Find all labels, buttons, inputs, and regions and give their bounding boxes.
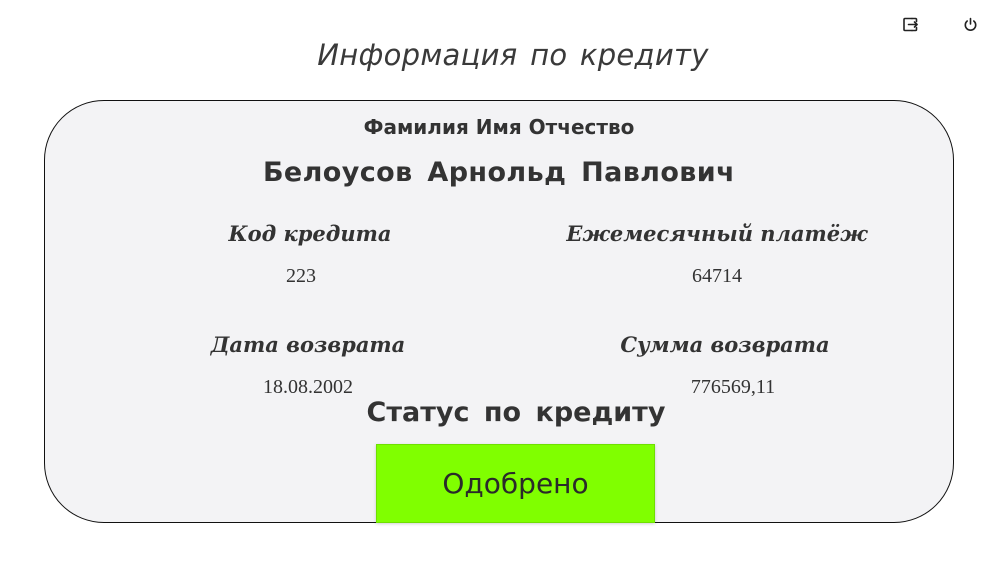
fio-value: Белоусов Арнольд Павлович	[262, 157, 736, 188]
status-label: Статус по кредиту	[366, 397, 666, 428]
credit-code-value: 223	[286, 265, 316, 287]
credit-code-label: Код кредита	[228, 221, 392, 246]
return-date-value: 18.08.2002	[263, 376, 353, 398]
monthly-payment-label: Ежемесячный платёж	[566, 221, 868, 246]
monthly-payment-value: 64714	[692, 265, 742, 287]
credit-info-page: Информация по кредиту Фамилия Имя Отчест…	[0, 0, 1000, 563]
page-title: Информация по кредиту	[317, 38, 709, 72]
return-sum-label: Сумма возврата	[620, 332, 830, 357]
credit-info-card: Фамилия Имя Отчество Белоусов Арнольд Па…	[44, 100, 954, 523]
logout-icon[interactable]	[900, 14, 920, 34]
status-approved-button[interactable]: Одобрено	[376, 444, 655, 523]
fio-label: Фамилия Имя Отчество	[363, 115, 635, 139]
return-date-label: Дата возврата	[210, 332, 406, 357]
power-icon[interactable]	[960, 14, 980, 34]
return-sum-value: 776569,11	[690, 376, 776, 398]
